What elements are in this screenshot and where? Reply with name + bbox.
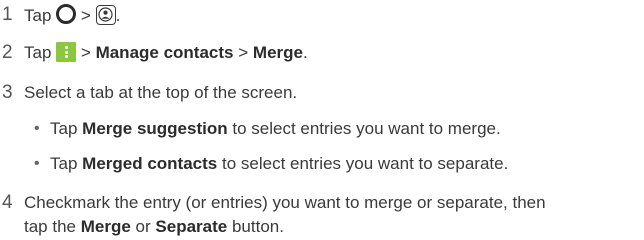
home-ring-icon <box>56 4 77 24</box>
step-number: 3 <box>2 82 13 103</box>
step-text: Select a tab at the top of the screen. <box>24 83 298 102</box>
step-text: Checkmark the entry (or entries) you wan… <box>24 193 546 212</box>
bullet-dot: • <box>34 120 40 137</box>
step-text: Tap <box>24 6 52 25</box>
bullet-dot: • <box>34 155 40 172</box>
more-options-icon <box>56 42 77 62</box>
step-number: 1 <box>2 4 13 25</box>
contacts-app-icon <box>95 5 116 25</box>
step-number: 4 <box>2 192 13 213</box>
step-number: 2 <box>2 42 13 63</box>
